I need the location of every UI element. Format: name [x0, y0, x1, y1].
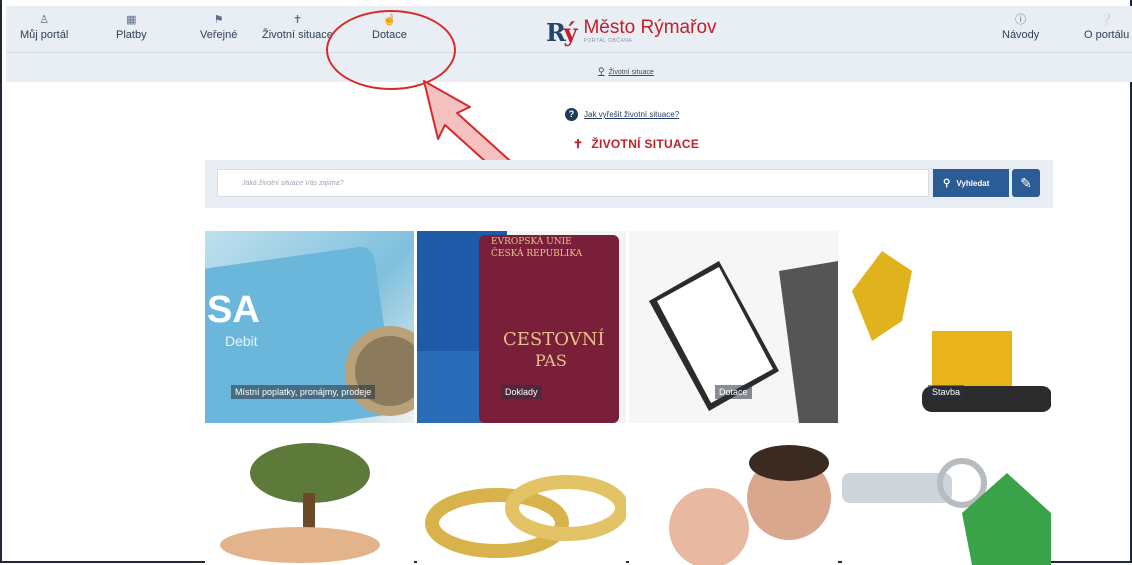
search-input[interactable]: Jaká životní situace Vás zajímá?: [217, 169, 929, 197]
logo-mark: Rý: [546, 18, 577, 47]
nav-label: Platby: [116, 29, 147, 41]
edit-form-button[interactable]: ✎: [1012, 169, 1040, 197]
tile-documents[interactable]: EVROPSKÁ UNIE ČESKÁ REPUBLIKA CESTOVNÍ P…: [417, 231, 626, 423]
nav-label: Veřejné: [200, 29, 238, 41]
nav-label: O portálu: [1084, 29, 1130, 41]
search-button-label: Vyhledat: [956, 179, 990, 188]
breadcrumb[interactable]: ⚲ Životní situace: [598, 66, 654, 77]
tile-label: Stavba: [928, 385, 965, 399]
brand-subtitle: PORTÁL OBČANA: [583, 38, 633, 44]
tree-image: [220, 443, 380, 563]
nav-guides[interactable]: ⓘ Návody: [1002, 14, 1039, 41]
tile-label: Místní poplatky, pronájmy, prodeje: [231, 385, 376, 399]
passport-line-3: CESTOVNÍ: [503, 329, 605, 350]
people-image: [669, 445, 831, 565]
brand-title: Město Rýmařov: [583, 17, 717, 38]
house-key-image: [842, 458, 1051, 565]
question-circle-icon: ?: [565, 108, 578, 121]
tile-label: Dotace: [715, 385, 752, 399]
help-link[interactable]: ? Jak vyřešit životní situace?: [565, 108, 679, 121]
question-icon: ❔: [1099, 14, 1114, 26]
search-bar: Jaká životní situace Vás zajímá? ⚲ Vyhled…: [205, 160, 1053, 208]
tile-housing[interactable]: [842, 433, 1051, 565]
card-brand-text: SA: [207, 289, 260, 331]
flag-icon: ⚑: [213, 14, 224, 26]
nav-about[interactable]: ❔ O portálu: [1084, 14, 1129, 41]
nav-label: Životní situace: [262, 29, 333, 41]
nav-life-situations[interactable]: ✝ Životní situace: [262, 14, 333, 41]
nav-public[interactable]: ⚑ Veřejné: [200, 14, 237, 41]
tile-construction[interactable]: Stavba: [842, 231, 1051, 423]
search-button[interactable]: ⚲ Vyhledat: [933, 169, 1009, 197]
edit-icon: ✎: [1020, 175, 1032, 191]
passport-line-1: EVROPSKÁ UNIE: [491, 237, 572, 247]
tile-label: Doklady: [501, 385, 542, 399]
signpost-icon: ✝: [292, 14, 303, 26]
nav-payments[interactable]: ▦ Platby: [116, 14, 147, 41]
tile-local-fees[interactable]: SA Debit Místní poplatky, pronájmy, prod…: [205, 231, 414, 423]
tile-family[interactable]: [629, 433, 838, 565]
passport-line-2: ČESKÁ REPUBLIKA: [491, 249, 583, 259]
tile-environment[interactable]: [205, 433, 414, 565]
breadcrumb-text: Životní situace: [608, 69, 654, 76]
nav-label: Návody: [1002, 29, 1040, 41]
nav-my-portal[interactable]: ♙ Můj portál: [20, 14, 68, 41]
top-navigation: ♙ Můj portál ▦ Platby ⚑ Veřejné ✝ Životn…: [6, 6, 1132, 82]
map-pin-icon: ⚲: [598, 66, 605, 76]
tile-marriage[interactable]: [417, 433, 626, 565]
info-icon: ⓘ: [1015, 14, 1027, 26]
passport-line-4: PAS: [535, 351, 567, 370]
rings-image: [425, 475, 626, 558]
brand-logo[interactable]: Rý Město Rýmařov PORTÁL OBČANA: [546, 17, 717, 48]
wallet-icon: ▦: [126, 14, 137, 26]
page-title-text: ŽIVOTNÍ SITUACE: [591, 137, 700, 151]
signpost-icon: ✝: [573, 137, 584, 151]
search-icon: ⚲: [943, 178, 951, 189]
nav-divider: [6, 52, 1132, 53]
help-link-text: Jak vyřešit životní situace?: [584, 110, 680, 119]
user-icon: ♙: [39, 14, 50, 26]
nav-label: Můj portál: [20, 29, 69, 41]
page-title: ✝ ŽIVOTNÍ SITUACE: [573, 137, 699, 151]
tile-subsidies[interactable]: Dotace: [629, 231, 838, 423]
card-sub-text: Debit: [225, 333, 258, 349]
